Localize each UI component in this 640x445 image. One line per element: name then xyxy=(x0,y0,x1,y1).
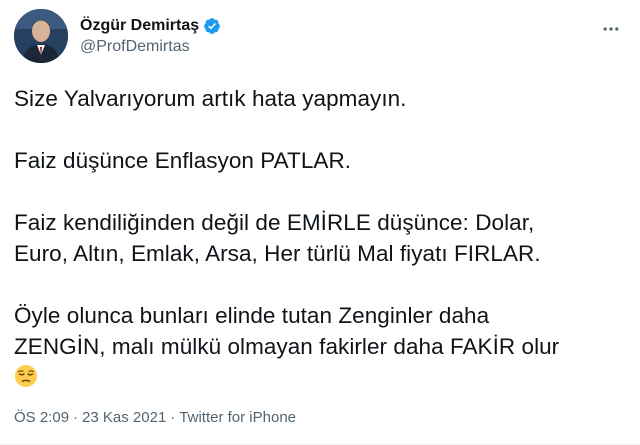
verified-badge-icon xyxy=(203,17,221,35)
more-options-icon[interactable] xyxy=(596,14,626,44)
tweet-paragraph-3: Faiz kendiliğinden değil de EMİRLE düşün… xyxy=(14,210,541,266)
tweet-paragraph-2: Faiz düşünce Enflasyon PATLAR. xyxy=(14,148,352,173)
tweet-time[interactable]: ÖS 2:09 xyxy=(14,408,69,428)
tweet-paragraph-4: Öyle olunca bunları elinde tutan Zenginl… xyxy=(14,300,630,393)
name-row: Özgür Demirtaş xyxy=(80,16,221,36)
avatar[interactable] xyxy=(14,9,68,63)
tweet-paragraph-1: Size Yalvarıyorum artık hata yapmayın. xyxy=(14,86,407,111)
tweet-source[interactable]: Twitter for iPhone xyxy=(179,408,296,428)
tweet-meta: ÖS 2:09 · 23 Kas 2021 · Twitter for iPhone xyxy=(14,408,296,428)
user-info: Özgür Demirtaş @ProfDemirtas xyxy=(80,16,221,57)
meta-separator: · xyxy=(73,409,79,426)
pensive-face-icon xyxy=(14,364,38,388)
tweet-paragraph-4-text: Öyle olunca bunları elinde tutan Zenginl… xyxy=(14,303,560,359)
tweet-date[interactable]: 23 Kas 2021 xyxy=(82,408,166,428)
tweet-body: Size Yalvarıyorum artık hata yapmayın. F… xyxy=(14,83,630,393)
display-name[interactable]: Özgür Demirtaş xyxy=(80,16,199,36)
meta-separator: · xyxy=(170,409,176,426)
user-handle[interactable]: @ProfDemirtas xyxy=(80,37,221,57)
tweet-header: Özgür Demirtaş @ProfDemirtas xyxy=(14,8,221,64)
